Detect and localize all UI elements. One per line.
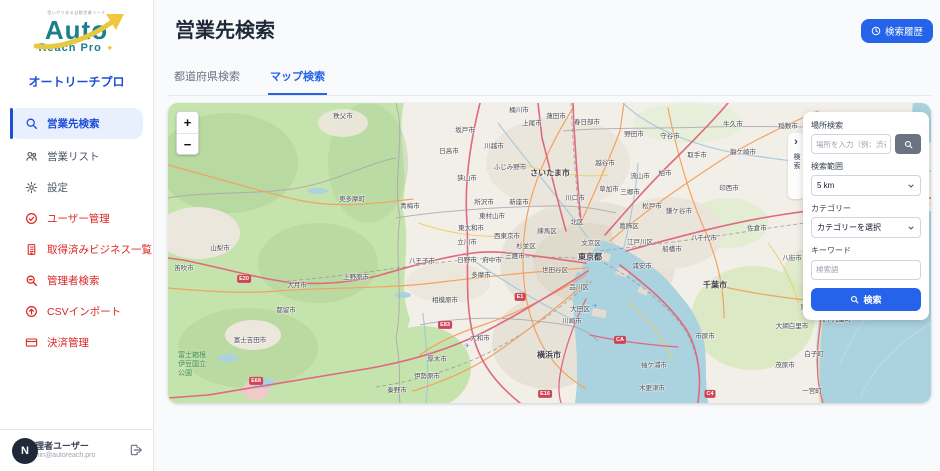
category-select[interactable]: カテゴリーを選択 bbox=[811, 217, 921, 238]
app-root: 思いやりある自動営業リーチ Auto Reach Pro ✦ オートリーチプロ … bbox=[0, 0, 940, 471]
star-icon: ✦ bbox=[106, 43, 115, 53]
range-select[interactable]: 5 km bbox=[811, 175, 921, 196]
sidebar-item[interactable]: 設定 bbox=[10, 173, 143, 201]
admin-search-icon bbox=[25, 274, 38, 287]
logo-brand-text: Auto bbox=[22, 17, 132, 43]
gear-icon bbox=[25, 181, 38, 194]
sidebar-nav: 営業先検索営業リスト設定ユーザー管理取得済みビジネス一覧管理者検索 CSVインポー… bbox=[0, 98, 153, 429]
tab-prefecture-search[interactable]: 都道府県検索 bbox=[172, 62, 242, 95]
search-submit-button[interactable]: 検索 bbox=[811, 288, 921, 311]
zoom-out-button[interactable]: − bbox=[177, 133, 198, 154]
sidebar-item[interactable]: 営業リスト bbox=[10, 142, 143, 170]
national-park-label: 富士箱根 伊豆国立 公園 bbox=[178, 351, 206, 378]
page-title: 営業先検索 bbox=[175, 14, 275, 43]
sidebar-item[interactable]: ユーザー管理 bbox=[10, 204, 143, 232]
chevron-right-icon: › bbox=[794, 137, 798, 148]
map-canvas[interactable]: 秩父市奥多摩町青梅市山梨市笛吹市大月市上野原市都留市富士吉田市坂戸市日高市川越市… bbox=[168, 103, 931, 403]
main-content: 営業先検索 検索履歴 都道府県検索 マップ検索 bbox=[154, 0, 940, 471]
logo-art: 思いやりある自動営業リーチ Auto Reach Pro ✦ bbox=[22, 10, 132, 66]
collapse-tab-label: 検索 bbox=[791, 153, 801, 171]
user-check-icon bbox=[25, 212, 38, 225]
tab-bar: 都道府県検索 マップ検索 bbox=[168, 62, 931, 96]
place-search-label: 場所検索 bbox=[811, 120, 921, 131]
sidebar: 思いやりある自動営業リーチ Auto Reach Pro ✦ オートリーチプロ … bbox=[0, 0, 154, 471]
place-search-button[interactable] bbox=[895, 134, 921, 154]
chevron-down-icon bbox=[907, 182, 915, 190]
sidebar-item[interactable]: 取得済みビジネス一覧 bbox=[10, 235, 143, 263]
map-zoom-control: + − bbox=[176, 111, 199, 155]
place-input[interactable] bbox=[811, 134, 891, 154]
building-icon bbox=[25, 243, 38, 256]
search-icon bbox=[25, 117, 38, 130]
keyword-label: キーワード bbox=[811, 245, 921, 256]
logo-japanese-name: オートリーチプロ bbox=[6, 73, 147, 90]
search-icon bbox=[850, 295, 859, 304]
category-label: カテゴリー bbox=[811, 203, 921, 214]
chevron-down-icon bbox=[907, 224, 915, 232]
credit-card-icon bbox=[25, 336, 38, 349]
map-search-panel: 場所検索 検索範囲 5 km カテゴリー カテゴリーを選択 bbox=[803, 112, 929, 320]
logo: 思いやりある自動営業リーチ Auto Reach Pro ✦ オートリーチプロ bbox=[0, 0, 153, 98]
sidebar-item[interactable]: CSVインポート bbox=[10, 297, 143, 325]
clock-icon bbox=[871, 26, 881, 36]
search-history-button[interactable]: 検索履歴 bbox=[861, 19, 933, 43]
people-icon bbox=[25, 150, 38, 163]
panel-collapse-tab[interactable]: › 検索 bbox=[788, 133, 804, 199]
sidebar-item[interactable]: 管理者検索 bbox=[10, 266, 143, 294]
sidebar-item[interactable]: 決済管理 bbox=[10, 328, 143, 356]
user-footer: N 管理者ユーザー admin@autoreach.pro bbox=[0, 429, 153, 471]
logout-icon bbox=[129, 443, 143, 457]
tab-map-search[interactable]: マップ検索 bbox=[268, 62, 327, 95]
avatar: N bbox=[12, 438, 38, 464]
search-icon bbox=[904, 140, 913, 149]
logo-brand-sub: Reach Pro bbox=[38, 42, 101, 54]
logout-button[interactable] bbox=[129, 443, 143, 457]
upload-icon bbox=[25, 305, 38, 318]
zoom-in-button[interactable]: + bbox=[177, 112, 198, 133]
sidebar-item[interactable]: 営業先検索 bbox=[10, 108, 143, 139]
keyword-input[interactable] bbox=[811, 260, 921, 280]
range-label: 検索範囲 bbox=[811, 161, 921, 172]
